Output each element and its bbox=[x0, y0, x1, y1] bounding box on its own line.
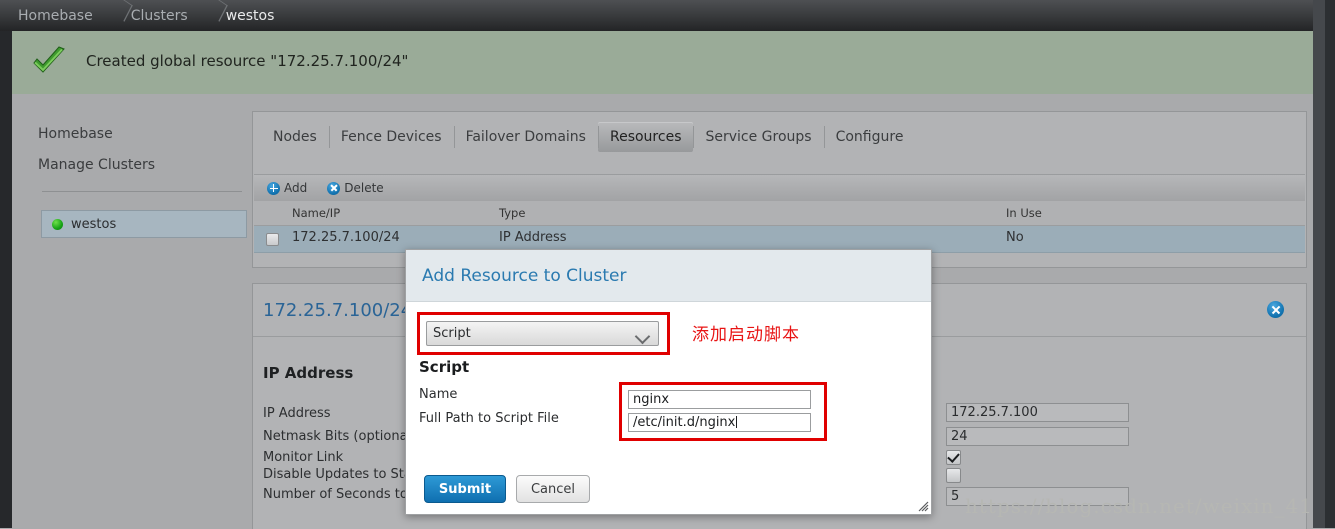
sidebar-item-westos[interactable]: westos bbox=[41, 210, 247, 238]
column-header-in-use: In Use bbox=[1006, 206, 1042, 220]
column-header-type: Type bbox=[499, 206, 526, 220]
resources-card: Nodes Fence Devices Failover Domains Res… bbox=[252, 111, 1307, 268]
column-header-name-ip: Name/IP bbox=[292, 206, 341, 220]
detail-label-ip-address: IP Address bbox=[263, 406, 331, 421]
right-edge bbox=[1325, 0, 1335, 528]
field-label-name: Name bbox=[419, 387, 458, 402]
detail-label-monitor-link: Monitor Link bbox=[263, 450, 344, 465]
tab-service-groups[interactable]: Service Groups bbox=[693, 122, 823, 152]
breadcrumb-separator bbox=[194, 0, 220, 31]
text-caret bbox=[736, 416, 738, 428]
name-input[interactable]: nginx bbox=[628, 390, 811, 409]
add-button[interactable]: Add bbox=[267, 181, 307, 195]
close-icon[interactable] bbox=[1267, 301, 1284, 318]
cell-name-ip: 172.25.7.100/24 bbox=[292, 230, 400, 245]
detail-title[interactable]: 172.25.7.100/24 bbox=[263, 300, 412, 321]
close-icon bbox=[327, 181, 341, 195]
sidebar-item-homebase[interactable]: Homebase bbox=[38, 126, 113, 142]
breadcrumb: Homebase Clusters westos bbox=[12, 0, 280, 31]
tab-configure[interactable]: Configure bbox=[823, 122, 916, 152]
tab-bar: Nodes Fence Devices Failover Domains Res… bbox=[253, 112, 915, 162]
field-label-script-path: Full Path to Script File bbox=[419, 411, 559, 426]
detail-section-title: IP Address bbox=[263, 364, 354, 382]
table-header: Name/IP Type In Use bbox=[254, 201, 1305, 226]
resource-type-value: Script bbox=[433, 326, 471, 341]
form-section-title: Script bbox=[419, 358, 470, 376]
sidebar-divider bbox=[42, 191, 242, 192]
breadcrumb-item-homebase[interactable]: Homebase bbox=[12, 8, 99, 24]
resource-type-select[interactable]: Script bbox=[426, 321, 659, 346]
success-banner: Created global resource "172.25.7.100/24… bbox=[12, 31, 1313, 94]
top-bar: Homebase Clusters westos bbox=[0, 0, 1313, 31]
detail-input-ip-address[interactable]: 172.25.7.100 bbox=[946, 403, 1129, 422]
delete-button-label: Delete bbox=[344, 181, 384, 195]
cell-type: IP Address bbox=[499, 230, 567, 245]
dialog-header: Add Resource to Cluster bbox=[406, 250, 931, 302]
delete-button[interactable]: Delete bbox=[327, 181, 384, 195]
detail-checkbox-disable-updates[interactable] bbox=[946, 468, 961, 483]
row-checkbox[interactable] bbox=[266, 233, 279, 246]
detail-input-netmask[interactable]: 24 bbox=[946, 427, 1129, 446]
cancel-button[interactable]: Cancel bbox=[516, 475, 590, 503]
detail-label-netmask: Netmask Bits (optional) bbox=[263, 429, 417, 444]
left-rail bbox=[0, 0, 12, 528]
breadcrumb-item-westos[interactable]: westos bbox=[220, 8, 281, 24]
submit-button[interactable]: Submit bbox=[424, 475, 506, 503]
tab-resources[interactable]: Resources bbox=[597, 122, 694, 152]
sidebar-item-label: westos bbox=[71, 216, 117, 232]
chevron-down-icon bbox=[634, 328, 651, 345]
detail-checkbox-monitor-link[interactable] bbox=[946, 450, 961, 465]
banner-message: Created global resource "172.25.7.100/24… bbox=[86, 52, 409, 70]
breadcrumb-item-clusters[interactable]: Clusters bbox=[125, 8, 194, 24]
green-check-icon bbox=[33, 46, 65, 73]
tab-failover-domains[interactable]: Failover Domains bbox=[453, 122, 598, 152]
tab-fence-devices[interactable]: Fence Devices bbox=[328, 122, 454, 152]
sidebar-item-manage-clusters[interactable]: Manage Clusters bbox=[38, 157, 155, 173]
add-button-label: Add bbox=[284, 181, 308, 195]
plus-icon bbox=[267, 181, 280, 195]
tab-nodes[interactable]: Nodes bbox=[261, 122, 329, 152]
cell-in-use: No bbox=[1006, 230, 1024, 245]
annotation-text: 添加启动脚本 bbox=[692, 325, 800, 345]
script-path-input[interactable]: /etc/init.d/nginx bbox=[628, 413, 811, 432]
cluster-status-dot-icon bbox=[52, 218, 63, 230]
table-toolbar: Add Delete bbox=[254, 174, 1305, 202]
resource-type-highlight: Script bbox=[417, 312, 670, 355]
script-path-value: /etc/init.d/nginx bbox=[633, 415, 736, 430]
script-fields-highlight: nginx /etc/init.d/nginx bbox=[619, 382, 827, 441]
dialog-title: Add Resource to Cluster bbox=[422, 266, 627, 286]
breadcrumb-separator bbox=[99, 0, 125, 31]
resize-grip-icon[interactable] bbox=[917, 500, 929, 512]
add-resource-dialog: Add Resource to Cluster Script 添加启动脚本 Sc… bbox=[405, 249, 932, 515]
watermark: https://blog.csdn.net/weixin_41476978 bbox=[965, 494, 1335, 518]
sidebar: Homebase Manage Clusters westos bbox=[12, 94, 252, 528]
